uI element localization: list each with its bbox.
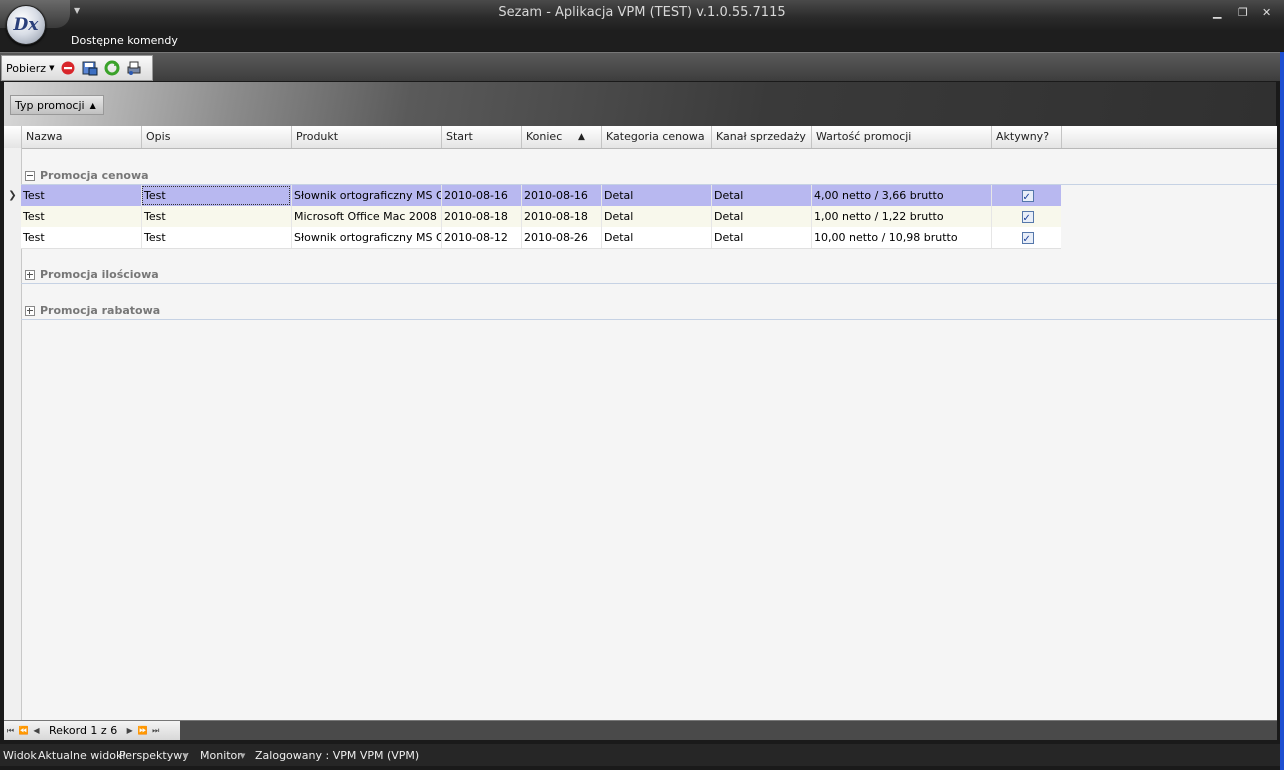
first-record-icon[interactable]: ⏮ [4, 726, 17, 736]
chevron-down-icon: ▼ [183, 752, 189, 760]
group-label: Promocja rabatowa [40, 304, 161, 317]
group-row-promocja-cenowa[interactable]: Promocja cenowa [21, 149, 1277, 185]
expand-icon[interactable] [25, 305, 35, 316]
cell-koniec[interactable]: 2010-08-26 [521, 227, 601, 248]
cell-produkt[interactable]: Słownik ortograficzny MS O... [291, 227, 441, 248]
record-counter: Rekord 1 z 6 [49, 724, 118, 737]
group-row-promocja-rabatowa[interactable]: Promocja rabatowa [21, 284, 1277, 320]
column-header-aktywny[interactable]: Aktywny? [991, 126, 1061, 148]
table-row[interactable]: Test Test Słownik ortograficzny MS O... … [21, 227, 1061, 249]
cell-start[interactable]: 2010-08-12 [441, 227, 521, 248]
cell-kategoria[interactable]: Detal [601, 206, 711, 227]
column-header-koniec-label: Koniec [526, 130, 563, 143]
cell-aktywny[interactable] [991, 227, 1061, 248]
record-navigator-buttons: ⏮ ⏪ ◀ Rekord 1 z 6 ▶ ⏩ ⏭ [4, 721, 180, 740]
chevron-down-icon: ▼ [240, 752, 246, 760]
expand-icon[interactable] [25, 269, 35, 280]
status-perspectives[interactable]: Perspektywy [119, 749, 189, 762]
cell-nazwa[interactable]: Test [21, 206, 141, 227]
close-icon[interactable]: ✕ [1262, 6, 1271, 19]
save-icon[interactable] [82, 60, 98, 76]
next-record-icon[interactable]: ▶ [123, 726, 136, 735]
cell-koniec[interactable]: 2010-08-18 [521, 206, 601, 227]
column-header-koniec[interactable]: Koniec ▲ [521, 126, 601, 148]
ribbon-tabs: Dostępne komendy [0, 30, 1284, 51]
cell-produkt[interactable]: Słownik ortograficzny MS O... [291, 185, 441, 206]
cell-opis[interactable]: Test [141, 206, 291, 227]
window-border [1280, 52, 1284, 770]
cell-opis[interactable]: Test [141, 185, 291, 206]
tab-available-commands[interactable]: Dostępne komendy [71, 34, 178, 47]
group-chip-promotion-type[interactable]: Typ promocji ▲ [10, 95, 104, 115]
fetch-label: Pobierz [6, 61, 47, 75]
cell-kanal[interactable]: Detal [711, 227, 811, 248]
cell-kanal[interactable]: Detal [711, 206, 811, 227]
group-row-promocja-ilosciowa[interactable]: Promocja ilościowa [21, 248, 1277, 284]
app-logo: Dx [13, 15, 39, 35]
toolbar-band [0, 52, 1280, 81]
cell-kategoria[interactable]: Detal [601, 185, 711, 206]
status-logged-user: Zalogowany : VPM VPM (VPM) [255, 749, 420, 762]
current-row-indicator-icon: ❯ [8, 190, 17, 201]
column-header-empty [1061, 126, 1277, 148]
application-menu-button[interactable]: Dx [6, 5, 46, 45]
toolbar: Pobierz ▼ [1, 55, 153, 81]
column-header-nazwa[interactable]: Nazwa [21, 126, 141, 148]
group-chip-label: Typ promocji [15, 98, 85, 112]
print-icon[interactable] [126, 60, 142, 76]
cell-kategoria[interactable]: Detal [601, 227, 711, 248]
record-navigator: ⏮ ⏪ ◀ Rekord 1 z 6 ▶ ⏩ ⏭ [4, 720, 1277, 740]
cell-nazwa[interactable]: Test [21, 227, 141, 248]
window-title: Sezam - Aplikacja VPM (TEST) v.1.0.55.71… [498, 5, 786, 20]
group-by-panel [4, 82, 1276, 126]
status-monitor[interactable]: Monitor [200, 749, 242, 762]
fetch-dropdown-button[interactable]: Pobierz ▼ [6, 62, 54, 75]
cell-start[interactable]: 2010-08-16 [441, 185, 521, 206]
sort-ascending-icon: ▲ [89, 100, 96, 110]
column-header-start[interactable]: Start [441, 126, 521, 148]
collapse-icon[interactable] [25, 170, 35, 181]
group-label: Promocja cenowa [40, 169, 149, 182]
status-bar: Widok Aktualne widoki Perspektywy ▼ Moni… [0, 744, 1284, 766]
sort-ascending-icon: ▲ [578, 132, 585, 142]
restore-icon[interactable]: ❐ [1238, 6, 1248, 19]
cell-aktywny[interactable] [991, 206, 1061, 227]
row-indicator-column [4, 148, 22, 721]
cell-wartosc[interactable]: 4,00 netto / 3,66 brutto [811, 185, 991, 206]
cell-produkt[interactable]: Microsoft Office Mac 2008 ... [291, 206, 441, 227]
column-header-kanal[interactable]: Kanał sprzedaży [711, 126, 811, 148]
status-current-views[interactable]: Aktualne widoki [38, 749, 125, 762]
column-header-wartosc[interactable]: Wartość promocji [811, 126, 991, 148]
refresh-icon[interactable] [104, 60, 120, 76]
cell-wartosc[interactable]: 1,00 netto / 1,22 brutto [811, 206, 991, 227]
column-header-opis[interactable]: Opis [141, 126, 291, 148]
active-checkbox[interactable] [1021, 208, 1034, 227]
title-bar: ▼ Sezam - Aplikacja VPM (TEST) v.1.0.55.… [0, 0, 1284, 30]
chevron-down-icon: ▼ [49, 64, 55, 72]
status-view[interactable]: Widok [3, 749, 37, 762]
cell-wartosc[interactable]: 10,00 netto / 10,98 brutto [811, 227, 991, 248]
active-checkbox[interactable] [1021, 187, 1034, 206]
group-label: Promocja ilościowa [40, 268, 159, 281]
cell-start[interactable]: 2010-08-18 [441, 206, 521, 227]
minimize-icon[interactable]: ▁ [1213, 6, 1221, 19]
previous-record-icon[interactable]: ◀ [30, 726, 43, 735]
grid-header: Nazwa Opis Produkt Start Koniec ▲ Kategor… [4, 126, 1277, 149]
next-page-icon[interactable]: ⏩ [136, 726, 149, 735]
cell-opis[interactable]: Test [141, 227, 291, 248]
cell-aktywny[interactable] [991, 185, 1061, 206]
cell-koniec[interactable]: 2010-08-16 [521, 185, 601, 206]
last-record-icon[interactable]: ⏭ [149, 726, 162, 736]
cell-kanal[interactable]: Detal [711, 185, 811, 206]
table-row[interactable]: Test Test Microsoft Office Mac 2008 ... … [21, 206, 1061, 228]
active-checkbox[interactable] [1021, 229, 1034, 248]
stop-icon[interactable] [60, 60, 76, 76]
cell-nazwa[interactable]: Test [21, 185, 141, 206]
previous-page-icon[interactable]: ⏪ [17, 726, 30, 735]
promotions-grid: Nazwa Opis Produkt Start Koniec ▲ Kategor… [4, 126, 1277, 721]
column-header-kategoria[interactable]: Kategoria cenowa [601, 126, 711, 148]
column-header-produkt[interactable]: Produkt [291, 126, 441, 148]
table-row[interactable]: Test Test Słownik ortograficzny MS O... … [21, 185, 1061, 207]
